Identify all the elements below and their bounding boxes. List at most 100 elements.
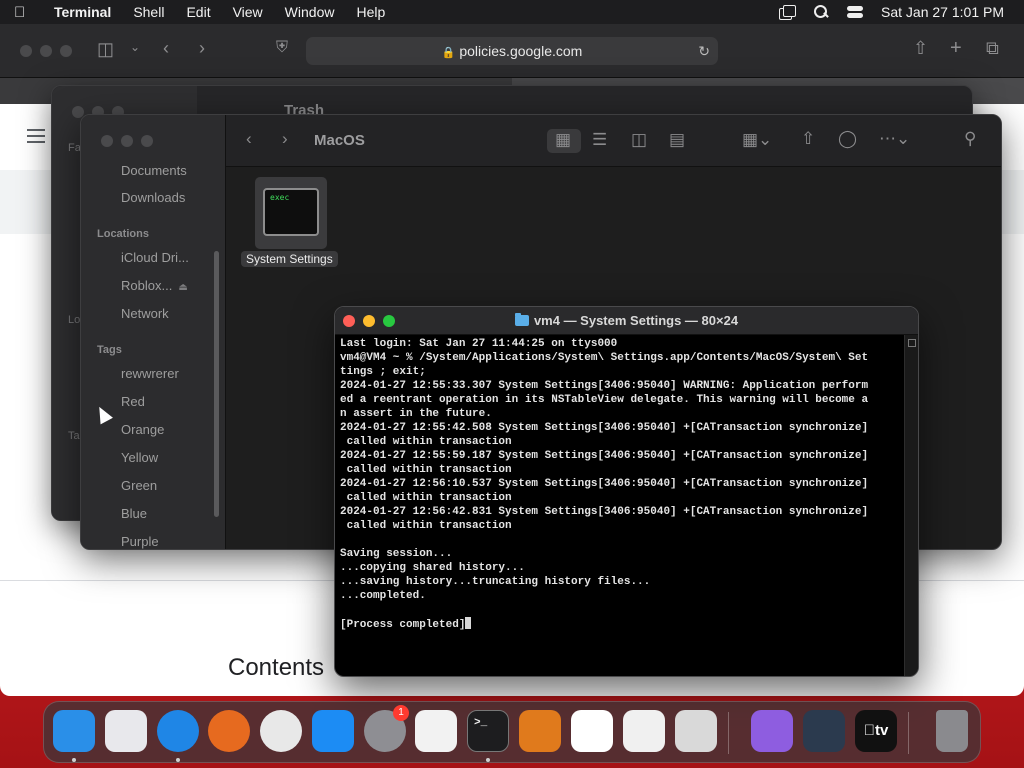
tab-overview-icon[interactable]: ⧉ bbox=[986, 38, 999, 59]
apple-tv-icon[interactable]: tv bbox=[855, 710, 897, 752]
sidebar-section-tags: Tags bbox=[97, 344, 122, 356]
menu-help[interactable]: Help bbox=[356, 4, 385, 20]
terminal-titlebar[interactable]: vm4 — System Settings — 80×24 bbox=[335, 307, 918, 335]
safari-icon[interactable] bbox=[157, 710, 199, 752]
sidebar-tag-green[interactable]: Green bbox=[121, 478, 157, 493]
terminal-line: called within transaction bbox=[340, 436, 512, 448]
menu-edit[interactable]: Edit bbox=[186, 4, 210, 20]
finder-back-icon[interactable]: ‹ bbox=[246, 129, 252, 149]
spotlight-search-icon[interactable] bbox=[813, 5, 829, 19]
trash-icon[interactable] bbox=[936, 710, 968, 752]
terminal-line: called within transaction bbox=[340, 464, 512, 476]
address-bar[interactable]: 🔒 policies.google.com ↻ bbox=[306, 37, 718, 65]
column-view-icon[interactable]: ◫ bbox=[631, 130, 647, 150]
apple-menu-icon[interactable]:  bbox=[14, 4, 40, 21]
firefox-icon[interactable] bbox=[208, 710, 250, 752]
menu-view[interactable]: View bbox=[233, 4, 263, 20]
sidebar-item-documents[interactable]: Documents bbox=[121, 163, 187, 178]
terminal-output[interactable]: Last login: Sat Jan 27 11:44:25 on ttys0… bbox=[340, 337, 903, 631]
launchpad-icon[interactable] bbox=[105, 710, 147, 752]
running-indicator bbox=[176, 758, 180, 762]
group-by-icon[interactable]: ▦⌄ bbox=[742, 130, 772, 150]
forward-icon[interactable]: › bbox=[199, 38, 205, 59]
sidebar-item-downloads[interactable]: Downloads bbox=[121, 190, 185, 205]
back-icon[interactable]: ‹ bbox=[163, 38, 169, 59]
textedit-icon[interactable] bbox=[415, 710, 457, 752]
bartender-icon[interactable] bbox=[623, 710, 665, 752]
terminal-line: 2024-01-27 12:55:59.187 System Settings[… bbox=[340, 450, 869, 462]
sidebar-item-icloud[interactable]: iCloud Dri... bbox=[121, 250, 189, 265]
terminal-window[interactable]: vm4 — System Settings — 80×24 Last login… bbox=[334, 306, 919, 677]
terminal-line: tings ; exit; bbox=[340, 366, 426, 378]
finder-share-icon[interactable]: ⇧ bbox=[801, 129, 815, 149]
sidebar-tag-blue[interactable]: Blue bbox=[121, 506, 147, 521]
control-center-icon[interactable] bbox=[847, 5, 864, 19]
garageband-icon[interactable] bbox=[519, 710, 561, 752]
hamburger-menu-icon[interactable] bbox=[27, 129, 45, 143]
scrollbar-handle[interactable] bbox=[908, 339, 916, 347]
new-tab-icon[interactable]: + bbox=[950, 37, 962, 60]
terminal-title: vm4 — System Settings — 80×24 bbox=[335, 307, 918, 335]
share-icon[interactable]: ⇧ bbox=[913, 38, 928, 59]
finder-toolbar: ‹ › MacOS ▦ ☰ ◫ ▤ ▦⌄ ⇧ ◯ ⋯⌄ ⚲ bbox=[226, 115, 1001, 167]
menu-shell[interactable]: Shell bbox=[133, 4, 164, 20]
exec-file-icon[interactable]: exec bbox=[255, 177, 327, 249]
menu-clock[interactable]: Sat Jan 27 1:01 PM bbox=[881, 4, 1004, 20]
sidebar-toggle-icon[interactable]: ◫ bbox=[97, 39, 114, 60]
gallery-view-icon[interactable]: ▤ bbox=[669, 130, 685, 150]
menu-bar:  Terminal Shell Edit View Window Help S… bbox=[0, 0, 1024, 24]
running-indicator bbox=[486, 758, 490, 762]
privacy-shield-icon[interactable]: ⛨ bbox=[276, 39, 288, 57]
list-view-icon[interactable]: ☰ bbox=[592, 130, 607, 150]
sidebar-item-roblox[interactable]: Roblox... ⏏ bbox=[121, 278, 188, 293]
finder-close-button[interactable] bbox=[101, 135, 113, 147]
terminal-line: ...completed. bbox=[340, 590, 426, 602]
terminal-line: 2024-01-27 12:56:42.831 System Settings[… bbox=[340, 506, 869, 518]
trash-sidebar-favorites: Fa bbox=[68, 142, 81, 154]
visual-studio-icon[interactable] bbox=[751, 710, 793, 752]
finder-search-icon[interactable]: ⚲ bbox=[964, 129, 976, 149]
finder-icon[interactable] bbox=[53, 710, 95, 752]
sidebar-tag-orange[interactable]: Orange bbox=[121, 422, 164, 437]
finder-zoom-button[interactable] bbox=[141, 135, 153, 147]
eject-icon[interactable]: ⏏ bbox=[178, 282, 187, 293]
terminal-line: vm4@VM4 ~ % /System/Applications/System\… bbox=[340, 352, 869, 364]
finder-forward-icon[interactable]: › bbox=[282, 129, 288, 149]
lock-icon: 🔒 bbox=[441, 47, 456, 59]
file-name-label[interactable]: System Settings bbox=[241, 251, 338, 267]
safari-close-button[interactable] bbox=[20, 45, 32, 57]
sidebar-tag-rewwrerer[interactable]: rewwrerer bbox=[121, 366, 179, 381]
audio-app-icon[interactable] bbox=[803, 710, 845, 752]
app-store-icon[interactable] bbox=[312, 710, 354, 752]
terminal-scrollbar[interactable] bbox=[904, 335, 918, 676]
sidebar-item-network[interactable]: Network bbox=[121, 306, 169, 321]
safari-zoom-button[interactable] bbox=[60, 45, 72, 57]
chrome-icon[interactable] bbox=[260, 710, 302, 752]
more-actions-icon[interactable]: ⋯⌄ bbox=[879, 129, 910, 149]
safari-minimize-button[interactable] bbox=[40, 45, 52, 57]
sidebar-scrollbar[interactable] bbox=[214, 251, 219, 517]
exec-icon-screen: exec bbox=[263, 188, 319, 236]
tag-icon[interactable]: ◯ bbox=[838, 129, 857, 149]
sidebar-tag-red[interactable]: Red bbox=[121, 394, 145, 409]
terminal-line: n assert in the future. bbox=[340, 408, 492, 420]
address-url: policies.google.com bbox=[459, 43, 583, 59]
terminal-icon[interactable]: >_ bbox=[467, 710, 509, 752]
icon-view-icon[interactable]: ▦ bbox=[555, 130, 571, 150]
contents-heading: Contents bbox=[228, 654, 325, 681]
menu-window[interactable]: Window bbox=[285, 4, 335, 20]
reload-icon[interactable]: ↻ bbox=[698, 37, 710, 65]
roblox-icon[interactable] bbox=[675, 710, 717, 752]
finder-minimize-button[interactable] bbox=[121, 135, 133, 147]
stage-manager-icon[interactable] bbox=[779, 5, 797, 20]
safari-toolbar: ◫ ⌄ ‹ › ⛨ 🔒 policies.google.com ↻ ⇧ + ⧉ bbox=[0, 24, 1024, 78]
terminal-line: ed a reentrant operation in its NSTableV… bbox=[340, 394, 869, 406]
chevron-down-icon[interactable]: ⌄ bbox=[130, 40, 140, 54]
sidebar-tag-yellow[interactable]: Yellow bbox=[121, 450, 158, 465]
dock-separator bbox=[728, 712, 729, 754]
sidebar-tag-purple[interactable]: Purple bbox=[121, 534, 159, 549]
vscode-icon[interactable] bbox=[571, 710, 613, 752]
menu-app-name[interactable]: Terminal bbox=[54, 4, 111, 20]
